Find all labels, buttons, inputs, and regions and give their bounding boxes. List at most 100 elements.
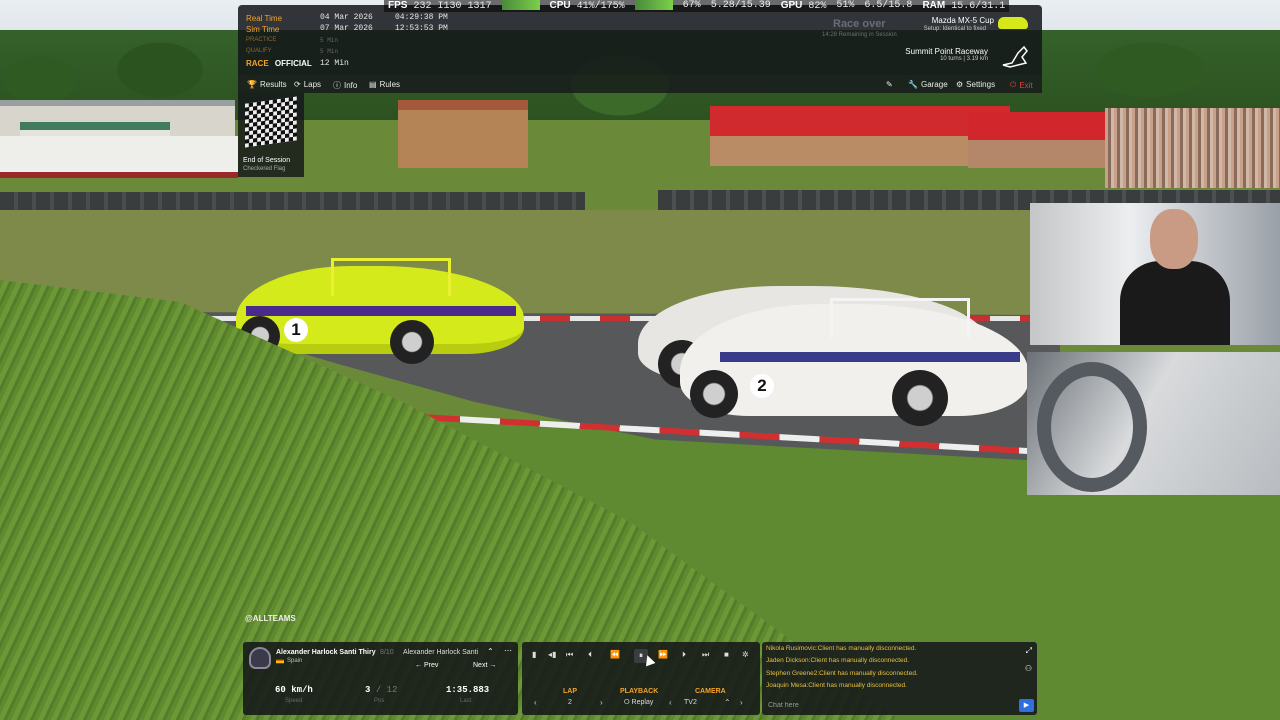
next-driver-button[interactable]: Next → bbox=[473, 662, 496, 669]
flag-status-panel: End of Session Checkered Flag bbox=[238, 93, 304, 177]
track-name: Summit Point Raceway bbox=[905, 47, 988, 56]
slow-motion-icon[interactable]: ✲ bbox=[742, 650, 749, 659]
real-time-label: Real Time bbox=[246, 14, 283, 23]
send-icon: ▶ bbox=[1023, 702, 1030, 709]
refresh-icon: ⟳ bbox=[294, 80, 301, 89]
settings-button[interactable]: ⚙ Settings bbox=[956, 80, 995, 89]
camera-up-icon[interactable]: ⌃ bbox=[724, 698, 731, 707]
vram-readout: 6.5/15.8 bbox=[864, 0, 913, 11]
chat-panel: Nikola Rusimovic:Client has manually dis… bbox=[762, 642, 1037, 715]
car-icon bbox=[998, 17, 1028, 29]
qualify-label: QUALIFY bbox=[246, 48, 272, 54]
driver-webcam bbox=[1030, 203, 1280, 345]
camera-icon[interactable]: ■ bbox=[724, 650, 729, 659]
building bbox=[398, 100, 528, 168]
race-row: RACE OFFICIAL bbox=[246, 59, 312, 68]
camera-next-icon[interactable]: › bbox=[740, 698, 743, 707]
playback-label: PLAYBACK bbox=[620, 688, 659, 695]
chevron-up-icon[interactable]: ⌃ bbox=[487, 647, 494, 656]
last-lap-label: Last bbox=[460, 698, 472, 704]
real-date: 04 Mar 2026 bbox=[320, 13, 373, 22]
info-button[interactable]: ⓘ Info bbox=[333, 80, 357, 91]
pos-label: Pos bbox=[374, 698, 385, 704]
next-frame-icon[interactable]: ⏵ bbox=[682, 650, 686, 660]
mem-readout: 67% bbox=[682, 0, 701, 11]
results-button[interactable]: 🏆 Results bbox=[247, 80, 287, 89]
race-duration: 12 Min bbox=[320, 59, 349, 68]
frame-graph bbox=[501, 0, 540, 10]
motorhome bbox=[0, 136, 238, 178]
driver-country: Spain bbox=[287, 658, 303, 664]
roll-cage bbox=[830, 298, 970, 338]
garage-button[interactable]: 🔧 Garage bbox=[908, 80, 948, 89]
flag-title: End of Session bbox=[243, 157, 291, 164]
fps-readout: FPS 232 I130 1317 bbox=[388, 0, 492, 12]
chat-message: Joaquin Mesa:Client has manually disconn… bbox=[766, 682, 907, 689]
document-icon: ▤ bbox=[369, 80, 377, 89]
prev-frame-icon[interactable]: ⏴ bbox=[588, 650, 592, 660]
practice-label: PRACTICE bbox=[246, 37, 277, 43]
cpu-readout: CPU 41%/175% bbox=[549, 0, 625, 12]
chat-input[interactable] bbox=[764, 699, 1014, 712]
edit-button[interactable]: ✎ bbox=[886, 80, 893, 89]
mem-detail: 5.28/15.39 bbox=[710, 0, 771, 11]
car-number: 2 bbox=[750, 374, 774, 398]
sim-time-label: Sim Time bbox=[246, 25, 280, 34]
race-status: OFFICIAL bbox=[274, 59, 312, 68]
driver-position: 8/10 bbox=[380, 649, 394, 656]
performance-overlay: FPS 232 I130 1317 CPU 41%/175% 67% 5.28/… bbox=[384, 0, 1010, 12]
pos-value: 3 / 12 bbox=[365, 685, 398, 695]
wheel bbox=[690, 370, 738, 418]
driver-head bbox=[1150, 209, 1198, 269]
send-button[interactable]: ▶ bbox=[1019, 699, 1034, 712]
roll-cage bbox=[331, 258, 451, 296]
driver-body bbox=[1120, 261, 1230, 345]
laps-button[interactable]: ⟳ Laps bbox=[294, 80, 321, 89]
skip-end-icon[interactable]: ⏭ bbox=[702, 650, 709, 660]
fast-forward-icon[interactable]: ⏩ bbox=[658, 650, 668, 659]
sim-date: 07 Mar 2026 bbox=[320, 24, 373, 33]
car-setup: Setup: Identical to fixed bbox=[923, 26, 986, 32]
gear-icon: ⚙ bbox=[956, 80, 964, 89]
livery-stripe bbox=[720, 352, 1020, 362]
more-icon[interactable]: ⋯ bbox=[504, 646, 512, 655]
lap-label: LAP bbox=[563, 688, 577, 695]
helmet-icon bbox=[249, 647, 271, 669]
exit-button[interactable]: ⏻ Exit bbox=[1010, 80, 1033, 90]
chat-message: Stephen Greene2:Client has manually disc… bbox=[766, 670, 918, 677]
last-lap-value: 1:35.883 bbox=[446, 685, 490, 695]
trophy-icon: 🏆 bbox=[247, 80, 257, 89]
gpu-readout: GPU 82% bbox=[780, 0, 827, 12]
tire-barrier bbox=[0, 192, 585, 212]
rules-button[interactable]: ▤ Rules bbox=[369, 80, 400, 89]
lap-prev-icon[interactable]: ‹ bbox=[534, 698, 537, 707]
lap-next-icon[interactable]: › bbox=[600, 698, 603, 707]
session-remaining: 14:28 Remaining in Session bbox=[822, 32, 897, 38]
camera-prev-icon[interactable]: ‹ bbox=[669, 698, 672, 707]
prev-driver-button[interactable]: ← Prev bbox=[415, 662, 438, 669]
rewind-icon[interactable]: ⏪ bbox=[610, 650, 620, 659]
livery-stripe bbox=[246, 306, 516, 316]
info-icon: ⓘ bbox=[333, 81, 341, 90]
car-name: Mazda MX-5 Cup bbox=[931, 16, 994, 25]
session-status: Race over bbox=[833, 18, 886, 30]
users-icon[interactable]: ⚇ bbox=[1025, 664, 1032, 673]
camera-value: TV2 bbox=[684, 699, 697, 706]
wheel bbox=[390, 320, 434, 364]
track-map-icon bbox=[1002, 45, 1028, 68]
power-icon: ⏻ bbox=[1010, 80, 1017, 89]
step-back-icon[interactable]: ◂▮ bbox=[548, 650, 556, 659]
skip-start-icon[interactable]: ⏮ bbox=[566, 650, 573, 660]
building bbox=[968, 112, 1108, 168]
driver-panel: Alexander Harlock Santi Thiry 8/10 Spain… bbox=[243, 642, 518, 715]
marker-icon[interactable]: ▮ bbox=[532, 650, 536, 659]
driver-select[interactable]: Alexander Harlock Santi bbox=[403, 649, 478, 656]
expand-icon[interactable]: ⤢ bbox=[1026, 646, 1032, 656]
checkered-flag-icon bbox=[245, 96, 297, 148]
driver-name: Alexander Harlock Santi Thiry bbox=[276, 649, 376, 656]
replay-controls-panel: ▮ ◂▮ ⏮ ⏴ ⏪ ⏸ ⏩ ⏵ ⏭ ■ ✲ LAP ‹ 2 › PLAYBAC… bbox=[522, 642, 760, 715]
stream-handle: @ALLTEAMS bbox=[245, 614, 296, 623]
car-number: 1 bbox=[284, 318, 308, 342]
speed-value: 60 km/h bbox=[275, 685, 313, 695]
gpu-load: 51% bbox=[836, 0, 855, 11]
